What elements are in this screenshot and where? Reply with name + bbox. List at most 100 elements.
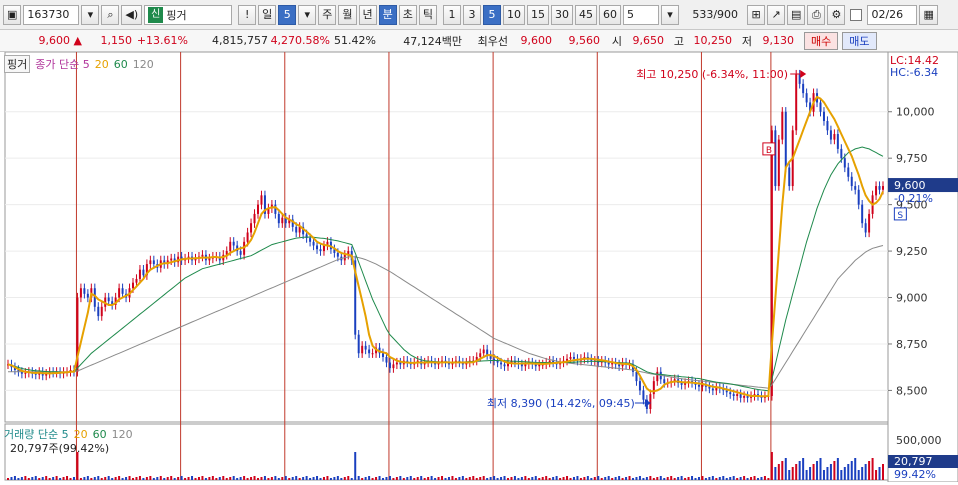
volume-bar [295, 476, 298, 480]
candle-body [309, 238, 312, 242]
candle-body [24, 372, 27, 374]
save-icon[interactable]: ▤ [787, 4, 806, 25]
volume-bar [402, 478, 405, 480]
tab-period-minute[interactable]: 분 [378, 4, 397, 25]
volume-bar [715, 478, 718, 480]
minute-5[interactable]: 5 [483, 4, 502, 25]
date-input[interactable]: 02/26 [867, 4, 918, 25]
volume-bar [222, 476, 225, 480]
volume-bar [569, 478, 572, 480]
price-tag-value: 9,600 [894, 179, 926, 192]
minute-45[interactable]: 45 [575, 4, 598, 25]
stock-code-input[interactable]: 163730 [23, 4, 80, 25]
print-icon[interactable]: ⎙ [807, 4, 826, 25]
tab-period-tick[interactable]: 틱 [418, 4, 438, 25]
draw-tool-icon[interactable]: ↗ [767, 4, 786, 25]
warning-button[interactable]: ! [238, 4, 257, 25]
volume-bar [288, 478, 291, 480]
chart-area[interactable]: 10,000 9,750 9,500 9,250 9,000 8,750 8,500 500,… [0, 51, 958, 483]
volume-bar [541, 477, 544, 480]
volume-legend-ma60[interactable]: 60 [93, 428, 107, 441]
custom-interval-value: 5 [627, 8, 635, 21]
candle-body [697, 384, 700, 387]
date-checkbox[interactable] [850, 8, 863, 21]
legend-ma20[interactable]: 20 [95, 58, 109, 71]
volume-bar [211, 476, 214, 480]
toolbar: ▣ 163730 ▾ ⌕ ◀) 신 핑거 ! 일 5 ▾ 주 월 년 분 초 틱… [0, 0, 958, 30]
candle-body [361, 345, 364, 354]
candle-body [479, 353, 482, 357]
volume-bar [166, 477, 169, 480]
tab-period-year[interactable]: 년 [358, 4, 377, 25]
candle-body [142, 269, 145, 276]
interval-dropdown-icon[interactable]: ▾ [661, 4, 680, 25]
candle-body [524, 364, 527, 367]
legend-ma60[interactable]: 60 [114, 58, 128, 71]
volume-bar [767, 478, 770, 480]
candle-body [229, 241, 232, 252]
high-price: 10,250 [693, 34, 733, 47]
tab-period-week[interactable]: 주 [318, 4, 337, 25]
candle-body [83, 288, 86, 294]
candle-body [201, 254, 204, 257]
candle-body [277, 213, 280, 224]
stock-name-field[interactable]: 신 핑거 [144, 4, 233, 25]
minute-3[interactable]: 3 [463, 4, 482, 25]
legend-item-name[interactable]: 핑거 [4, 55, 31, 73]
volume-legend-ma20[interactable]: 20 [74, 428, 88, 441]
volume-bar [486, 478, 489, 480]
minute-15[interactable]: 15 [527, 4, 550, 25]
volume-bar [159, 476, 162, 480]
volume-bar [566, 476, 569, 480]
period-dropdown-icon[interactable]: ▾ [298, 4, 317, 25]
minute-1[interactable]: 1 [443, 4, 462, 25]
sell-button[interactable]: 매도 [842, 31, 877, 50]
candle-body [805, 93, 808, 103]
candle-body [882, 186, 884, 190]
candle-body [729, 392, 732, 395]
code-dropdown-icon[interactable]: ▾ [81, 4, 100, 25]
settings-gear-icon[interactable]: ⚙ [827, 4, 846, 25]
volume-bar [750, 477, 753, 480]
minute-10[interactable]: 10 [503, 4, 526, 25]
volume-legend-ma120[interactable]: 120 [112, 428, 133, 441]
tab-period-second[interactable]: 초 [398, 4, 417, 25]
volume-bar [364, 477, 367, 480]
candle-body [382, 353, 384, 357]
layout-icon[interactable]: ▣ [3, 4, 22, 25]
indicator-icon[interactable]: ⊞ [747, 4, 766, 25]
volume-bar [829, 464, 832, 480]
volume-bar [326, 476, 329, 480]
minute-60[interactable]: 60 [599, 4, 622, 25]
speaker-icon[interactable]: ◀) [121, 4, 143, 25]
volume-bar [79, 478, 82, 480]
volume-bar [420, 476, 423, 480]
volume-bar [871, 458, 874, 480]
custom-interval-input[interactable]: 5 [623, 4, 660, 25]
volume-bar [48, 478, 51, 480]
price-axis-label: 9,750 [896, 152, 928, 165]
candle-body [385, 356, 388, 363]
volume-bar [677, 477, 680, 480]
minute-30[interactable]: 30 [551, 4, 574, 25]
price-chart-svg[interactable]: 10,0009,7509,5009,2509,0008,7508,500500,… [0, 51, 958, 483]
volume-bar [375, 477, 378, 480]
candle-body [368, 349, 371, 354]
legend-ma120[interactable]: 120 [133, 58, 154, 71]
legend-ma-label[interactable]: 종가 단순 5 [35, 56, 89, 72]
calendar-icon[interactable]: ▦ [919, 4, 938, 25]
volume-bar [437, 477, 440, 480]
tab-period-month[interactable]: 월 [338, 4, 357, 25]
buy-button[interactable]: 매수 [804, 31, 839, 50]
tab-period-day[interactable]: 일 [258, 4, 277, 25]
search-icon[interactable]: ⌕ [101, 4, 120, 25]
volume-bar [447, 477, 450, 480]
candle-body [743, 395, 746, 398]
volume-bar [663, 478, 666, 480]
volume-bar [579, 478, 582, 480]
candle-body [132, 282, 134, 289]
volume-bar [250, 477, 253, 480]
volume-bar [857, 470, 860, 480]
volume-bar [691, 476, 694, 480]
period-value[interactable]: 5 [278, 4, 297, 25]
